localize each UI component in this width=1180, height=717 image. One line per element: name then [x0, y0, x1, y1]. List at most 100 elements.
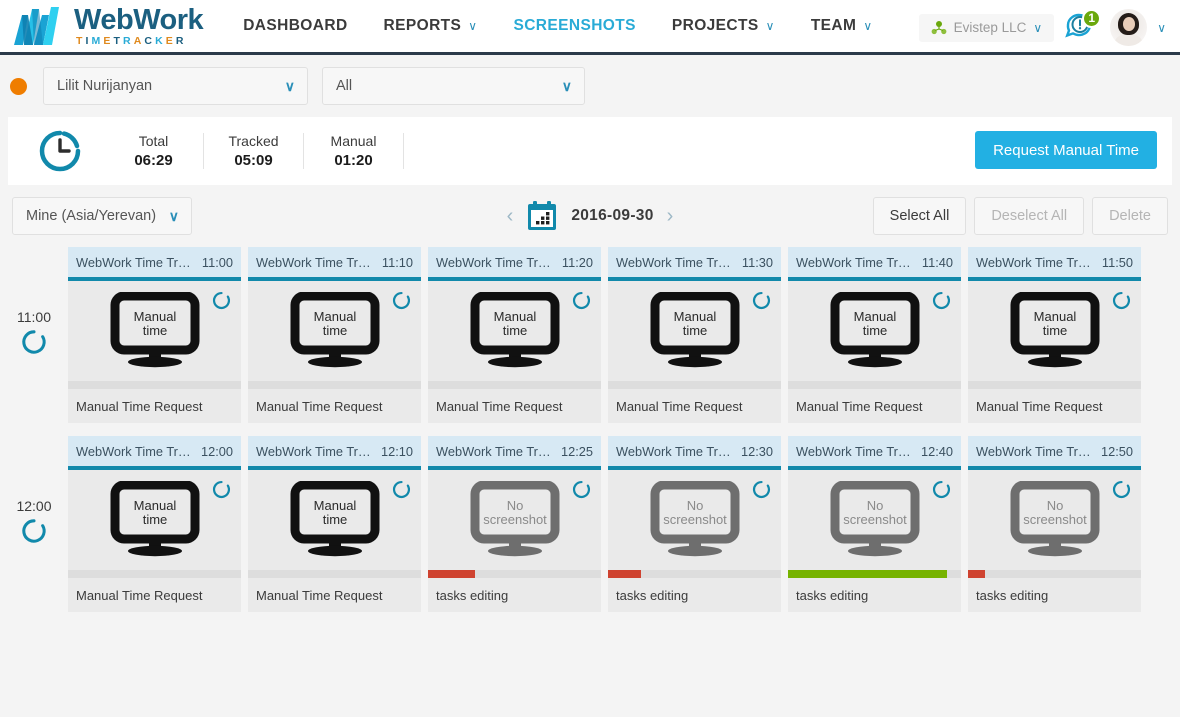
nav-item-team[interactable]: TEAM ∨: [793, 17, 891, 35]
screenshot-card-body[interactable]: Manualtime: [968, 281, 1141, 381]
grid-row-cards: WebWork Time Tr…11:00ManualtimeManual Ti…: [68, 247, 1180, 423]
nav-item-screenshots[interactable]: SCREENSHOTS: [495, 17, 653, 35]
screenshot-card[interactable]: WebWork Time Tr…12:30Noscreenshottasks e…: [608, 436, 781, 612]
screenshot-card-title: WebWork Time Tr…: [796, 255, 911, 270]
card-loading-spinner: [1112, 480, 1131, 504]
stat-label: Total: [108, 133, 199, 149]
screenshot-card-header: WebWork Time Tr…11:10: [248, 247, 421, 281]
loading-spinner-icon: [21, 518, 47, 544]
card-loading-spinner: [932, 480, 951, 504]
screenshot-card-title: WebWork Time Tr…: [256, 255, 371, 270]
stat-manual: Manual 01:20: [304, 133, 404, 169]
activity-bar: [608, 381, 781, 389]
webwork-logo-icon: [12, 5, 70, 47]
screenshot-card-footer: Manual Time Request: [608, 389, 781, 423]
screenshot-card-body[interactable]: Manualtime: [788, 281, 961, 381]
loading-spinner-icon: [212, 480, 231, 499]
delete-button[interactable]: Delete: [1092, 197, 1168, 235]
calendar-icon[interactable]: [526, 200, 558, 232]
screenshot-grid: 11:00WebWork Time Tr…11:00ManualtimeManu…: [0, 247, 1180, 612]
row-loading-spinner: [0, 329, 68, 355]
screenshot-card-footer: Manual Time Request: [968, 389, 1141, 423]
screenshot-card[interactable]: WebWork Time Tr…11:50ManualtimeManual Ti…: [968, 247, 1141, 423]
select-all-button[interactable]: Select All: [873, 197, 967, 235]
grid-row-time: 12:00: [0, 498, 68, 514]
screenshot-card-body[interactable]: Noscreenshot: [788, 470, 961, 570]
screenshot-card-body[interactable]: Manualtime: [428, 281, 601, 381]
screenshot-card[interactable]: WebWork Time Tr…11:10ManualtimeManual Ti…: [248, 247, 421, 423]
screenshot-card-body[interactable]: Noscreenshot: [968, 470, 1141, 570]
notifications-button[interactable]: 1: [1064, 11, 1100, 45]
screenshot-card-footer: tasks editing: [428, 578, 601, 612]
timezone-select[interactable]: Mine (Asia/Yerevan) ∨: [12, 197, 192, 235]
stat-value: 05:09: [208, 152, 299, 169]
screenshot-card-title: WebWork Time Tr…: [796, 444, 911, 459]
monitor-placeholder-icon: Manualtime: [109, 481, 201, 559]
monitor-placeholder-icon: Manualtime: [289, 481, 381, 559]
card-loading-spinner: [572, 480, 591, 504]
screenshot-card-time: 11:20: [562, 255, 593, 270]
organization-switcher[interactable]: Evistep LLC ∨: [919, 14, 1055, 42]
activity-bar: [428, 570, 601, 578]
screenshot-card[interactable]: WebWork Time Tr… 12:10 Manualtime Manual Ti…: [248, 436, 421, 612]
screenshot-card[interactable]: WebWork Time Tr…12:40Noscreenshottasks e…: [788, 436, 961, 612]
nav-item-projects[interactable]: PROJECTS ∨: [654, 17, 793, 35]
request-manual-time-button[interactable]: Request Manual Time: [975, 131, 1157, 169]
screenshot-card-time: 11:30: [742, 255, 773, 270]
screenshot-card-time: 12:00: [201, 444, 233, 459]
screenshot-card-task: Manual Time Request: [436, 399, 562, 414]
screenshot-card[interactable]: WebWork Time Tr…12:00ManualtimeManual Ti…: [68, 436, 241, 612]
screenshot-card[interactable]: WebWork Time Tr…11:20ManualtimeManual Ti…: [428, 247, 601, 423]
nav-item-reports[interactable]: REPORTS ∨: [366, 17, 496, 35]
project-select[interactable]: All ∨: [322, 67, 585, 105]
card-loading-spinner: [392, 291, 411, 315]
loading-spinner-icon: [392, 480, 411, 499]
avatar[interactable]: [1110, 9, 1147, 46]
screenshot-card-body[interactable]: Manualtime: [608, 281, 781, 381]
nav-label: TEAM: [811, 17, 857, 35]
screenshot-card[interactable]: WebWork Time Tr…11:30ManualtimeManual Ti…: [608, 247, 781, 423]
screenshot-card-time: 11:00: [202, 255, 233, 270]
svg-text:Manualtime: Manualtime: [313, 498, 356, 527]
screenshot-card-header: WebWork Time Tr… 12:10: [248, 436, 421, 470]
project-select-value: All: [336, 78, 352, 94]
screenshot-card-title: WebWork Time Tr…: [256, 444, 371, 459]
screenshot-card-task: tasks editing: [796, 588, 868, 603]
screenshot-card-body[interactable]: Manualtime: [248, 281, 421, 381]
activity-bar: [248, 381, 421, 389]
screenshot-card-body[interactable]: Manualtime: [68, 281, 241, 381]
card-loading-spinner: [932, 291, 951, 315]
screenshot-card-title: WebWork Time Tr…: [436, 444, 551, 459]
screenshot-card-header: WebWork Time Tr…12:50: [968, 436, 1141, 470]
user-select[interactable]: Lilit Nurijanyan ∨: [43, 67, 308, 105]
nav-item-dashboard[interactable]: DASHBOARD: [225, 17, 365, 35]
deselect-all-button[interactable]: Deselect All: [974, 197, 1084, 235]
chevron-down-icon: ∨: [468, 19, 477, 33]
screenshot-card-task: Manual Time Request: [256, 588, 382, 603]
screenshot-card-title: WebWork Time Tr…: [616, 444, 731, 459]
screenshot-card[interactable]: WebWork Time Tr…11:40ManualtimeManual Ti…: [788, 247, 961, 423]
monitor-placeholder-icon: Noscreenshot: [469, 481, 561, 559]
loading-spinner-icon: [752, 480, 771, 499]
screenshot-card-body[interactable]: Noscreenshot: [428, 470, 601, 570]
screenshot-card-body[interactable]: Manualtime: [248, 470, 421, 570]
monitor-placeholder-icon: Manualtime: [109, 292, 201, 370]
screenshot-card-body[interactable]: Noscreenshot: [608, 470, 781, 570]
next-day-button[interactable]: ›: [667, 206, 674, 226]
prev-day-button[interactable]: ‹: [507, 206, 514, 226]
brand-logo[interactable]: WebWork TIMETRACKER: [0, 5, 203, 47]
user-menu-chevron-icon[interactable]: ∨: [1157, 21, 1166, 35]
screenshot-card-footer: tasks editing: [788, 578, 961, 612]
top-navbar: WebWork TIMETRACKER DASHBOARD REPORTS ∨ …: [0, 0, 1180, 55]
screenshot-card[interactable]: WebWork Time Tr…11:00ManualtimeManual Ti…: [68, 247, 241, 423]
screenshot-card[interactable]: WebWork Time Tr…12:50Noscreenshottasks e…: [968, 436, 1141, 612]
activity-bar-fill: [968, 570, 985, 578]
screenshot-card-body[interactable]: Manualtime: [68, 470, 241, 570]
brand-subtitle: TIMETRACKER: [76, 36, 203, 47]
screenshot-card-time: 12:10: [381, 444, 413, 459]
svg-text:Manualtime: Manualtime: [1033, 309, 1076, 338]
loading-spinner-icon: [572, 480, 591, 499]
screenshot-card-title: WebWork Time Tr…: [976, 255, 1091, 270]
screenshot-card-time: 12:50: [1101, 444, 1133, 459]
screenshot-card[interactable]: WebWork Time Tr…12:25Noscreenshottasks e…: [428, 436, 601, 612]
